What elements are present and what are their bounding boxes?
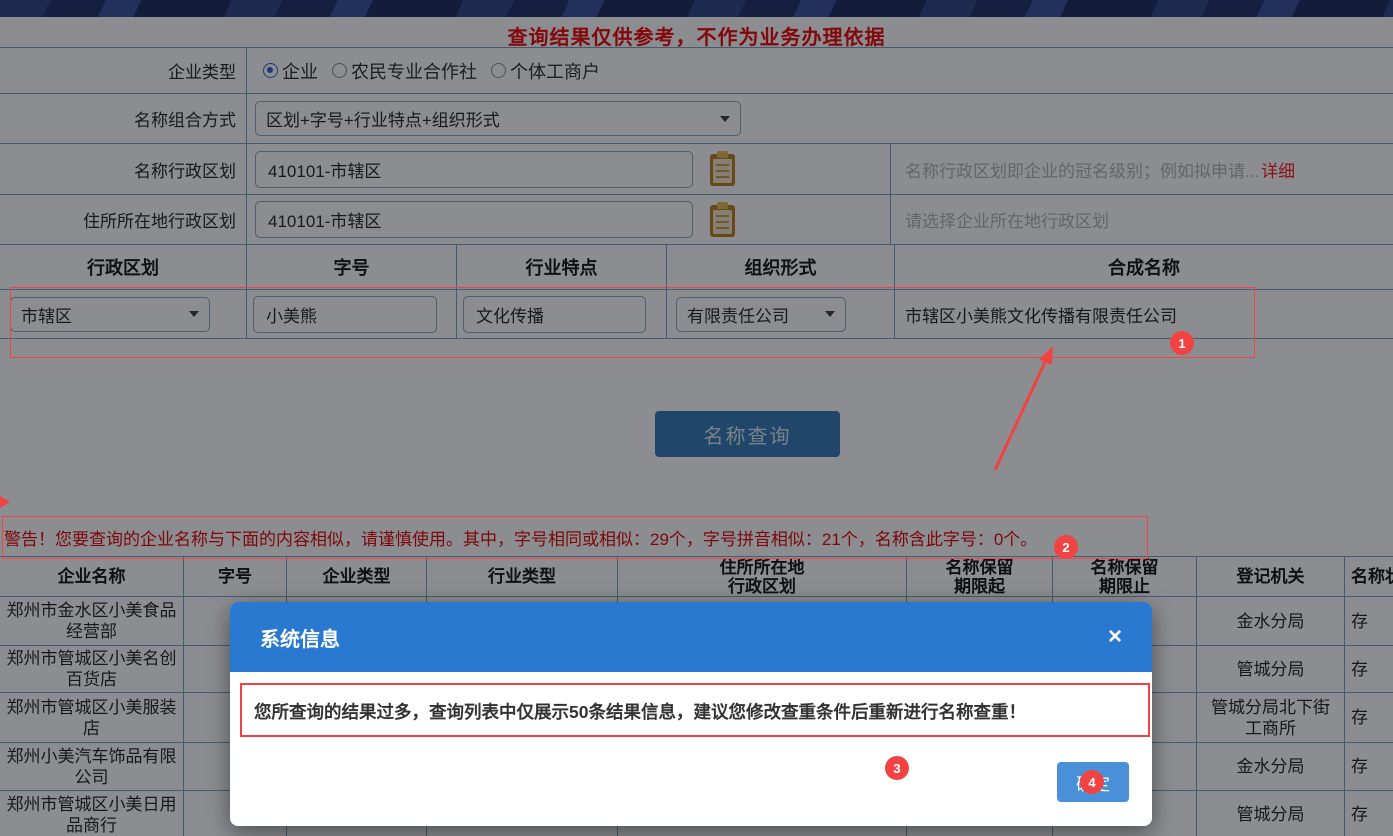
app-root: 查询结果仅供参考，不作为业务办理依据 企业类型 企业 农民专业合作社 个体工商 — [0, 0, 1393, 836]
system-info-dialog: 系统信息 × 您所查询的结果过多，查询列表中仅展示50条结果信息，建议您修改查重… — [230, 602, 1152, 826]
confirm-button[interactable]: 确定 — [1057, 762, 1129, 802]
dialog-title: 系统信息 — [260, 623, 340, 652]
dialog-message: 您所查询的结果过多，查询列表中仅展示50条结果信息，建议您修改查重条件后重新进行… — [244, 686, 1148, 736]
dialog-header: 系统信息 × — [230, 602, 1152, 672]
close-icon[interactable]: × — [1108, 625, 1122, 649]
